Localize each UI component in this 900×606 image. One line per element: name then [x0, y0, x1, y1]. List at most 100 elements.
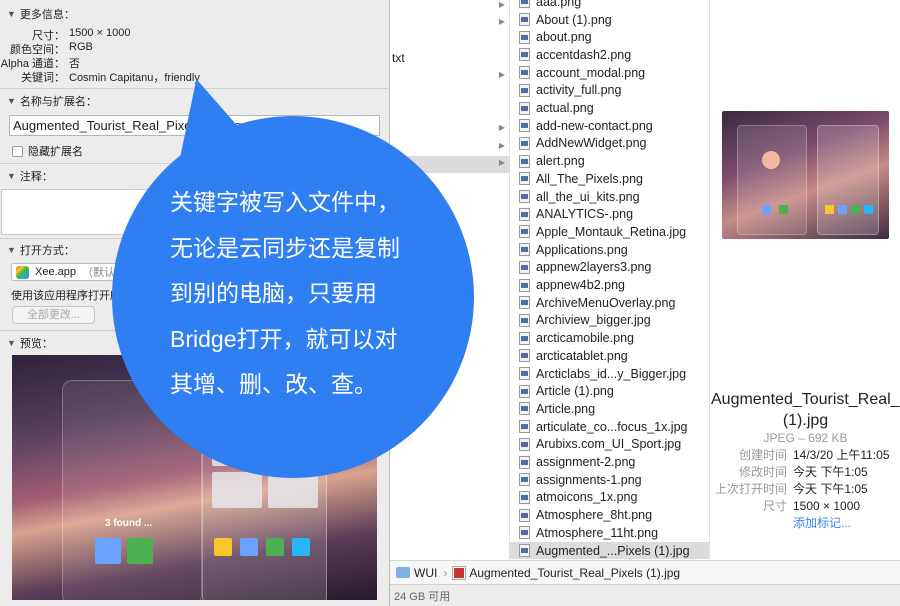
image-file-icon [519, 190, 530, 204]
file-row[interactable]: Article.png [510, 400, 709, 418]
section-preview[interactable]: ▼ 预览： [7, 335, 53, 351]
file-name: activity_full.png [536, 83, 622, 98]
app-name: Xee.app [35, 266, 76, 278]
file-row[interactable]: Atmosphere_11ht.png [510, 524, 709, 542]
disclosure-down-icon[interactable]: ▼ [7, 245, 16, 255]
file-row[interactable]: about.png [510, 28, 709, 46]
image-file-icon [519, 136, 530, 150]
file-name: all_the_ui_kits.png [536, 189, 640, 204]
section-title: 预览： [19, 338, 53, 350]
file-row[interactable]: Arcticlabs_id...y_Bigger.jpg [510, 365, 709, 383]
file-name: aaa.png [536, 0, 582, 9]
disclosure-down-icon[interactable]: ▼ [7, 338, 16, 348]
file-row[interactable]: appnew4b2.png [510, 276, 709, 294]
preview-app-button [214, 538, 232, 556]
thumb-button [851, 205, 860, 214]
file-name: about.png [536, 30, 592, 45]
section-title: 名称与扩展名： [19, 96, 97, 108]
add-tags-link[interactable]: 添加标记... [793, 514, 851, 531]
image-file-icon [519, 437, 530, 451]
file-row[interactable]: arcticatablet.png [510, 347, 709, 365]
hide-extension-option[interactable]: 隐藏扩展名 [12, 143, 83, 159]
file-row[interactable]: accentdash2.png [510, 46, 709, 64]
disclosure-down-icon[interactable]: ▼ [7, 9, 16, 19]
file-name: arcticatablet.png [536, 348, 628, 363]
file-row[interactable]: Archiview_bigger.jpg [510, 312, 709, 330]
file-row[interactable]: Arubixs.com_UI_Sport.jpg [510, 436, 709, 454]
thumb-sun [762, 151, 780, 169]
path-file[interactable]: Augmented_Tourist_Real_Pixels (1).jpg [469, 566, 680, 580]
file-row[interactable]: arcticamobile.png [510, 329, 709, 347]
file-row[interactable]: All_The_Pixels.png [510, 170, 709, 188]
preview-thumbnail [722, 111, 889, 239]
preview-column: Augmented_Tourist_Real_Pixels (1).jpg JP… [711, 0, 900, 560]
section-title: 更多信息： [19, 9, 75, 21]
meta-key: 创建时间 [738, 448, 787, 462]
file-row[interactable]: account_modal.png [510, 64, 709, 82]
path-folder[interactable]: WUI [414, 566, 437, 580]
image-file-icon [519, 490, 530, 504]
section-comments[interactable]: ▼ 注释： [7, 168, 53, 184]
file-name: appnew4b2.png [536, 278, 625, 293]
file-row[interactable]: About (1).png [510, 11, 709, 29]
image-file-icon [519, 260, 530, 274]
chevron-right-icon[interactable]: ▶ [499, 17, 505, 26]
file-row[interactable]: add-new-contact.png [510, 117, 709, 135]
meta-key: 修改时间 [738, 465, 787, 479]
thumb-button [762, 205, 771, 214]
chevron-right-icon[interactable]: ▶ [499, 0, 505, 9]
file-row[interactable]: Article (1).png [510, 382, 709, 400]
file-name: All_The_Pixels.png [536, 171, 644, 186]
file-name: assignment-2.png [536, 455, 636, 470]
section-open-with[interactable]: ▼ 打开方式： [7, 242, 75, 258]
meta-value: 1500 × 1000 [793, 498, 861, 513]
file-row[interactable]: Augmented_...Pixels (1).jpg [510, 541, 709, 560]
file-row[interactable]: assignments-1.png [510, 471, 709, 489]
status-bar: 24 GB 可用 [380, 584, 900, 606]
section-more-info[interactable]: ▼ 更多信息： [7, 6, 75, 22]
file-row[interactable]: articulate_co...focus_1x.jpg [510, 418, 709, 436]
image-file-icon [519, 66, 530, 80]
disclosure-down-icon[interactable]: ▼ [7, 171, 16, 181]
file-row[interactable]: atmoicons_1x.png [510, 489, 709, 507]
image-file-icon [519, 402, 530, 416]
file-txt-label[interactable]: txt [392, 51, 405, 65]
file-name: Arcticlabs_id...y_Bigger.jpg [536, 366, 687, 381]
disclosure-down-icon[interactable]: ▼ [7, 96, 16, 106]
file-list-column[interactable]: aaa.png About (1).png about.png accentdash2… [510, 0, 710, 560]
file-row[interactable]: ArchiveMenuOverlay.png [510, 294, 709, 312]
file-name: Applications.png [536, 242, 628, 257]
file-row[interactable]: Apple_Montauk_Retina.jpg [510, 223, 709, 241]
file-row[interactable]: appnew2layers3.png [510, 259, 709, 277]
file-row[interactable]: activity_full.png [510, 82, 709, 100]
file-row[interactable]: AddNewWidget.png [510, 135, 709, 153]
free-space-text: 24 GB 可用 [394, 590, 451, 603]
image-file-icon [519, 526, 530, 540]
file-row[interactable]: Applications.png [510, 241, 709, 259]
image-file-icon [519, 207, 530, 221]
image-file-icon [519, 544, 530, 558]
preview-file-name: Augmented_Tourist_Real_Pixels (1).jpg [711, 391, 900, 429]
preview-file-kind: JPEG – 692 KB [763, 431, 848, 445]
chevron-right-icon[interactable]: ▶ [499, 158, 505, 167]
thumb-button [825, 205, 834, 214]
chevron-right-icon[interactable]: ▶ [499, 123, 505, 132]
image-file-icon [519, 172, 530, 186]
file-row[interactable]: all_the_ui_kits.png [510, 188, 709, 206]
file-row[interactable]: Atmosphere_8ht.png [510, 506, 709, 524]
preview-app-button [95, 538, 121, 564]
file-row[interactable]: actual.png [510, 99, 709, 117]
hide-extension-checkbox[interactable] [12, 145, 23, 157]
section-name-extension[interactable]: ▼ 名称与扩展名： [7, 93, 97, 109]
chevron-right-icon[interactable]: ▶ [499, 70, 505, 79]
file-name: Atmosphere_11ht.png [536, 525, 659, 540]
file-row[interactable]: alert.png [510, 152, 709, 170]
change-all-button[interactable]: 全部更改... [12, 306, 95, 324]
file-row[interactable]: ANALYTICS-.png [510, 205, 709, 223]
chevron-right-icon[interactable]: ▶ [499, 141, 505, 150]
folder-icon [396, 567, 410, 578]
file-row[interactable]: assignment-2.png [510, 453, 709, 471]
file-name: Arubixs.com_UI_Sport.jpg [536, 437, 682, 452]
thumb-screen-left [737, 125, 807, 235]
file-row[interactable]: aaa.png [510, 0, 709, 11]
